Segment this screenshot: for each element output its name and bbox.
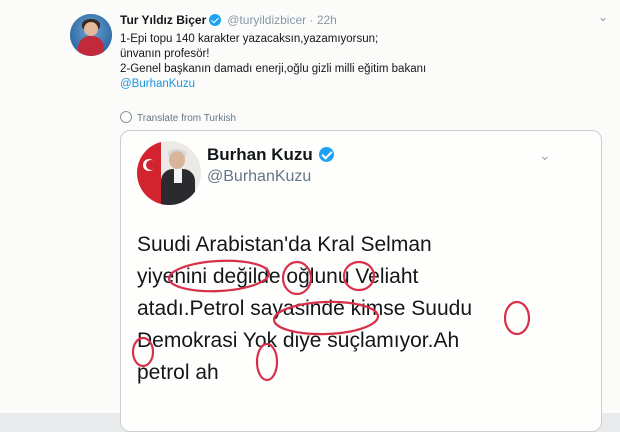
globe-icon (120, 111, 132, 123)
tweet-header: Tur Yıldız Biçer @turyildizbicer · 22h (120, 13, 337, 27)
author-name[interactable]: Tur Yıldız Biçer (120, 13, 206, 27)
tweet-time[interactable]: 22h (317, 13, 337, 27)
tweet-line-3: 2-Genel başkanın damadı enerji,oğlu gizl… (120, 63, 427, 75)
quoted-tweet[interactable]: Burhan Kuzu @BurhanKuzu ⌄ Suudi Arabista… (120, 130, 602, 432)
quoted-line-2: yiyenini değilde oğlunu Veliaht (137, 265, 419, 288)
verified-badge-icon (318, 147, 334, 162)
quoted-line-3: atadı.Petrol sayasinde kimse Suudu (137, 297, 473, 320)
translate-link[interactable]: Translate from Turkish (120, 111, 236, 124)
translate-label: Translate from Turkish (137, 113, 237, 124)
tweet-line-1: 1-Epi topu 140 karakter yazacaksın,yazam… (120, 33, 379, 45)
author-avatar[interactable] (70, 14, 112, 56)
tweet-line-2: ünvanın profesör! (120, 48, 210, 60)
tweet-card: Tur Yıldız Biçer @turyildizbicer · 22h ⌄ … (0, 0, 620, 432)
quoted-line-4: Demokrasi Yok diye suçlamıyor.Ah (137, 329, 460, 352)
chevron-down-icon[interactable]: ⌄ (539, 147, 551, 164)
quoted-author-name-row: Burhan Kuzu (207, 145, 337, 165)
quoted-line-1: Suudi Arabistan'da Kral Selman (137, 233, 432, 256)
tweet-text: 1-Epi topu 140 karakter yazacaksın,yazam… (120, 32, 600, 92)
separator: · (309, 13, 314, 27)
quoted-author-name[interactable]: Burhan Kuzu (207, 145, 313, 164)
verified-badge-icon (209, 14, 222, 26)
author-handle[interactable]: @turyildizbicer (227, 13, 306, 27)
chevron-down-icon[interactable]: ⌄ (598, 10, 608, 24)
quoted-author-avatar[interactable] (137, 141, 201, 205)
quoted-author-handle[interactable]: @BurhanKuzu (207, 168, 311, 186)
mention-link[interactable]: @BurhanKuzu (120, 77, 600, 92)
quoted-line-5: petrol ah (137, 361, 219, 384)
quoted-tweet-text: Suudi Arabistan'da Kral Selman yiyenini … (137, 229, 587, 389)
